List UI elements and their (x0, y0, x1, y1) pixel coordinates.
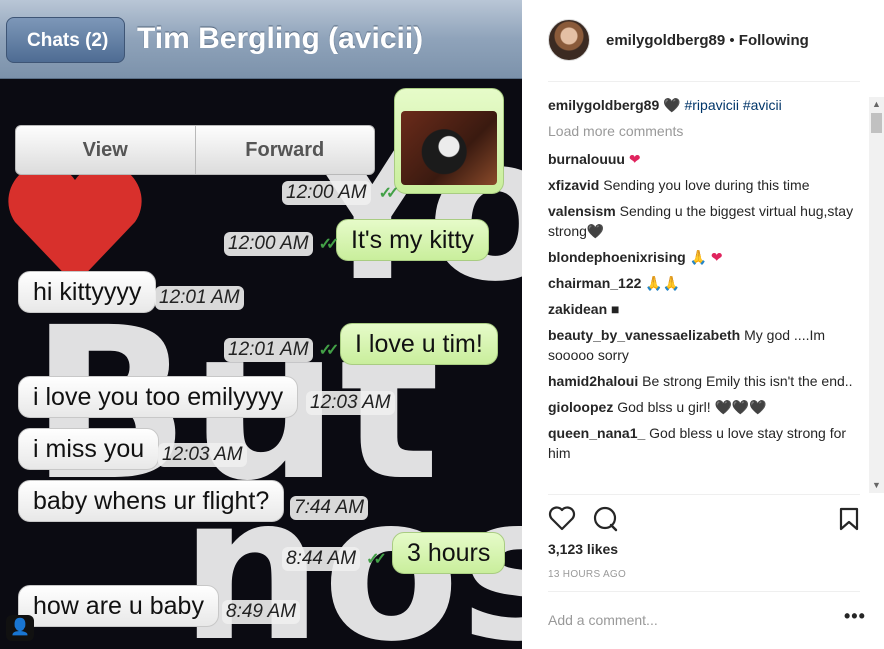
cat-photo-thumbnail[interactable] (401, 111, 497, 185)
message-timestamp: 8:44 AM ✓✓ (282, 547, 387, 571)
post-timestamp: 13 HOURS AGO (548, 569, 627, 580)
tagged-user-icon[interactable]: 👤 (6, 615, 34, 641)
comment: zakidean ■ (548, 301, 620, 317)
avatar[interactable] (548, 19, 590, 61)
scrollbar-thumb[interactable] (871, 113, 882, 133)
chat-message[interactable]: i miss you (18, 428, 160, 470)
divider (548, 591, 860, 592)
chat-message[interactable]: It's my kitty (336, 219, 489, 261)
load-more-comments-link[interactable]: Load more comments (548, 121, 860, 141)
chat-message[interactable]: i love you too emilyyyy (18, 376, 299, 418)
likes-count[interactable]: 3,123 likes (548, 541, 618, 557)
like-heart-icon[interactable] (548, 505, 576, 531)
comment: xfizavid Sending you love during this ti… (548, 177, 810, 193)
comment-bubble-icon[interactable] (592, 505, 620, 533)
read-receipt-icon: ✓✓ (318, 236, 340, 253)
comment: blondephoenixrising 🙏 ❤ (548, 249, 723, 265)
post-photo[interactable]: Yo But nose Chats (2) Tim Bergling (avic… (0, 0, 522, 649)
message-action-bar: View Forward (15, 125, 375, 175)
chat-message[interactable]: hi kittyyyy (18, 271, 157, 313)
message-timestamp: 12:03 AM (158, 443, 247, 467)
read-receipt-icon: ✓✓ (378, 185, 400, 202)
post-header: emilygoldberg89 • Following (548, 12, 860, 68)
message-timestamp: 12:03 AM (306, 391, 395, 415)
read-receipt-icon: ✓✓ (366, 551, 387, 568)
chat-header: Chats (2) Tim Bergling (avicii) (0, 0, 522, 79)
read-receipt-icon: ✓✓ (318, 342, 340, 359)
scroll-up-arrow-icon[interactable]: ▲ (869, 97, 884, 112)
view-button[interactable]: View (16, 126, 195, 174)
image-message-bubble[interactable] (394, 88, 504, 194)
heart-emoji: ❤ (628, 151, 641, 167)
comment: queen_nana1_ God bless u love stay stron… (548, 425, 847, 461)
message-timestamp: 7:44 AM (290, 496, 369, 520)
chat-message[interactable]: how are u baby (18, 585, 219, 627)
chat-message[interactable]: I love u tim! (340, 323, 498, 365)
caption: emilygoldberg89 🖤 #ripavicii #avicii (548, 97, 782, 113)
comment: burnalouuu ❤ (548, 151, 641, 167)
message-timestamp: 12:00 AM ✓✓ (224, 232, 340, 256)
comment: gioloopez God blss u girl! 🖤🖤🖤 (548, 399, 767, 415)
comment: valensism Sending u the biggest virtual … (548, 203, 854, 239)
post-username[interactable]: emilygoldberg89 (606, 32, 725, 49)
divider (548, 81, 860, 82)
chat-message[interactable]: 3 hours (392, 532, 506, 574)
following-button[interactable]: Following (739, 32, 809, 49)
chat-title: Tim Bergling (avicii) (137, 22, 424, 55)
bookmark-icon[interactable] (838, 507, 860, 531)
chat-message[interactable]: 12:00 AM ✓✓ (282, 174, 400, 212)
comment: beauty_by_vanessaelizabeth My god ....Im… (548, 327, 826, 363)
message-timestamp: 12:01 AM (155, 286, 244, 310)
add-comment-input[interactable]: Add a comment... (548, 612, 658, 628)
post-actions (548, 505, 860, 535)
hashtag-link[interactable]: #ripavicii #avicii (684, 97, 781, 113)
more-options-icon[interactable]: ••• (844, 606, 866, 627)
comment: chairman_122 🙏🙏 (548, 275, 681, 291)
forward-button[interactable]: Forward (194, 126, 375, 174)
message-timestamp: 12:01 AM ✓✓ (224, 338, 340, 362)
chat-message[interactable]: baby whens ur flight? (18, 480, 285, 522)
chats-back-button[interactable]: Chats (2) (6, 17, 126, 63)
comments-scrollbar[interactable]: ▲ ▼ (869, 97, 884, 493)
message-timestamp: 8:49 AM (222, 600, 301, 624)
divider (548, 494, 860, 495)
comments-list[interactable]: emilygoldberg89 🖤 #ripavicii #avicii Loa… (548, 95, 860, 491)
scroll-down-arrow-icon[interactable]: ▼ (869, 478, 884, 493)
comment: hamid2haloui Be strong Emily this isn't … (548, 373, 853, 389)
